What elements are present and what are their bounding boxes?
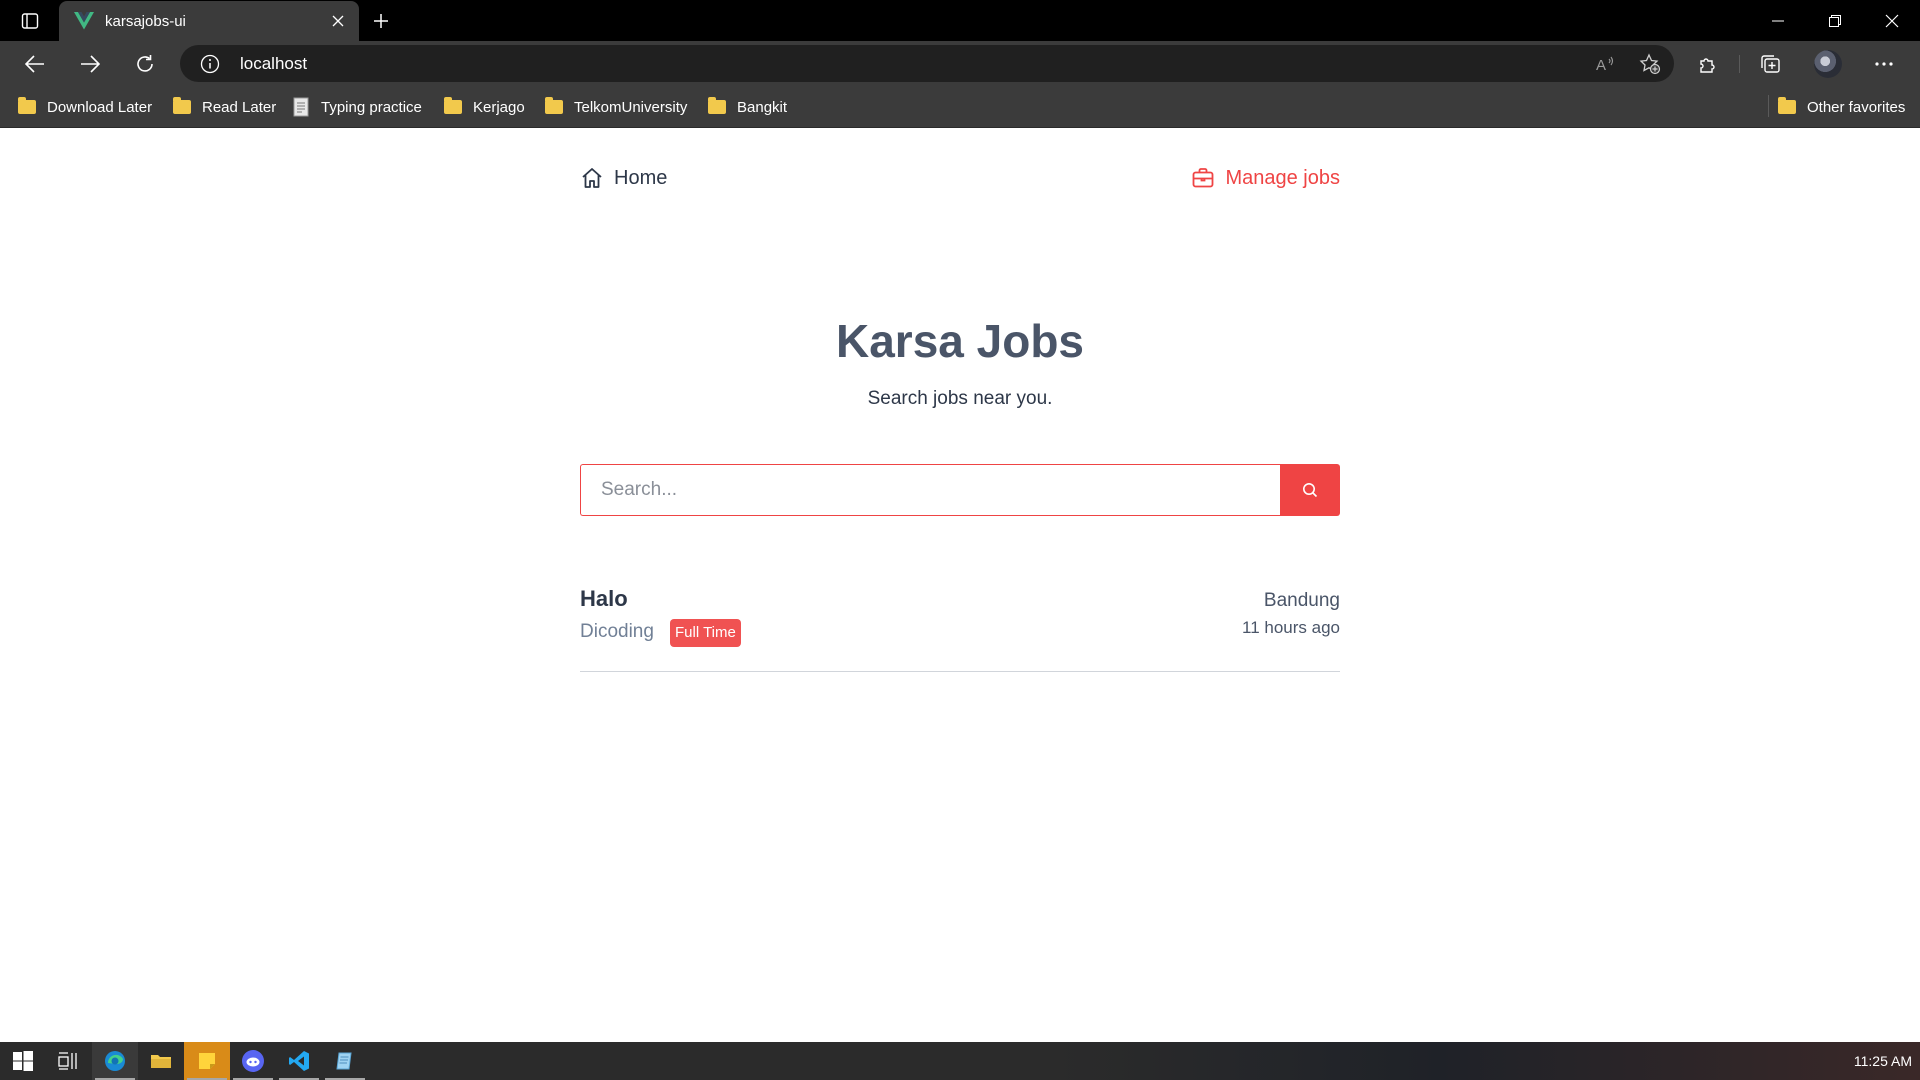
briefcase-icon — [1191, 166, 1215, 190]
page-content: Home Manage jobs Karsa Jobs Search jobs … — [0, 128, 1920, 1042]
bookmark-label: Other favorites — [1807, 98, 1906, 116]
folder-icon — [18, 97, 36, 114]
vscode-icon[interactable] — [276, 1042, 322, 1080]
address-bar[interactable]: localhost A — [180, 45, 1674, 82]
notepad-icon[interactable] — [322, 1042, 368, 1080]
tab-title: karsajobs-ui — [105, 12, 186, 30]
read-aloud-icon[interactable]: A — [1586, 48, 1626, 80]
job-list-item[interactable]: Halo Dicoding Full Time Bandung 11 hours… — [580, 586, 1340, 672]
bookmark-label: Read Later — [202, 98, 277, 116]
bookmark-label: Typing practice — [321, 98, 422, 116]
minimize-icon[interactable] — [1749, 0, 1806, 41]
windows-start-icon[interactable] — [0, 1042, 46, 1080]
bookmark-read-later[interactable]: Read Later — [173, 95, 276, 119]
add-favorite-icon[interactable] — [1630, 48, 1670, 80]
search-icon — [1302, 482, 1318, 498]
profile-avatar[interactable] — [1810, 48, 1846, 80]
bookmark-other-favorites[interactable]: Other favorites — [1778, 95, 1905, 119]
bookmark-label: Kerjago — [473, 98, 525, 116]
bookmark-label: TelkomUniversity — [574, 98, 688, 116]
nav-home-label: Home — [614, 166, 668, 189]
toolbar-divider — [1739, 55, 1740, 73]
collections-icon[interactable] — [1752, 48, 1788, 80]
tab-actions-icon[interactable] — [17, 9, 43, 33]
task-view-icon[interactable] — [46, 1042, 92, 1080]
discord-icon[interactable] — [230, 1042, 276, 1080]
browser-toolbar: localhost A — [0, 41, 1920, 86]
edge-taskbar-icon[interactable] — [92, 1042, 138, 1080]
folder-icon — [708, 97, 726, 114]
close-tab-icon[interactable] — [323, 6, 353, 36]
close-window-icon[interactable] — [1863, 0, 1920, 41]
job-posted-time: 11 hours ago — [1242, 618, 1340, 637]
job-title[interactable]: Halo — [580, 586, 628, 612]
vue-logo-icon — [73, 10, 95, 32]
bookmark-bangkit[interactable]: Bangkit — [708, 95, 787, 119]
new-tab-icon[interactable] — [367, 8, 395, 34]
page-title: Karsa Jobs — [835, 315, 1084, 367]
job-list: Halo Dicoding Full Time Bandung 11 hours… — [580, 586, 1340, 672]
site-info-icon[interactable] — [199, 53, 221, 75]
home-icon — [580, 166, 604, 190]
job-location: Bandung — [1263, 590, 1340, 611]
more-menu-icon[interactable] — [1866, 48, 1902, 80]
window-controls — [1749, 0, 1920, 41]
search-input[interactable] — [580, 464, 1280, 516]
restore-icon[interactable] — [1806, 0, 1863, 41]
taskbar-clock[interactable]: 11:25 AM — [1854, 1053, 1912, 1069]
file-explorer-icon[interactable] — [138, 1042, 184, 1080]
search-form — [580, 464, 1340, 516]
browser-tab-bar: karsajobs-ui — [0, 0, 1920, 41]
job-company: Dicoding — [580, 621, 654, 642]
sticky-notes-icon[interactable] — [184, 1042, 230, 1080]
bookmarks-bar: Download Later Read Later Typing practic… — [0, 86, 1920, 128]
refresh-icon[interactable] — [129, 48, 161, 80]
page-icon — [292, 97, 310, 117]
bookmark-download-later[interactable]: Download Later — [18, 95, 152, 119]
bookmark-kerjago[interactable]: Kerjago — [444, 95, 525, 119]
bookmarks-divider — [1768, 95, 1769, 117]
back-arrow-icon[interactable] — [19, 48, 51, 80]
forward-arrow-icon[interactable] — [74, 48, 106, 80]
folder-icon — [444, 97, 462, 114]
nav-manage-label: Manage jobs — [1225, 166, 1340, 189]
search-button[interactable] — [1280, 464, 1340, 516]
svg-text:A: A — [1596, 57, 1606, 73]
windows-taskbar: 11:25 AM — [0, 1042, 1920, 1080]
extensions-icon[interactable] — [1690, 48, 1726, 80]
job-type-badge: Full Time — [670, 619, 741, 647]
bookmark-typing-practice[interactable]: Typing practice — [292, 95, 422, 119]
browser-tab-active[interactable]: karsajobs-ui — [59, 1, 359, 41]
folder-icon — [173, 97, 191, 114]
top-navigation: Home Manage jobs — [580, 166, 1340, 202]
nav-home-link[interactable]: Home — [580, 166, 667, 190]
folder-icon — [545, 97, 563, 114]
bookmark-telkomuniversity[interactable]: TelkomUniversity — [545, 95, 687, 119]
address-text[interactable]: localhost — [240, 54, 1586, 74]
page-subtitle: Search jobs near you. — [867, 388, 1053, 409]
folder-icon — [1778, 97, 1796, 114]
nav-manage-jobs-link[interactable]: Manage jobs — [1191, 166, 1340, 190]
bookmark-label: Bangkit — [737, 98, 788, 116]
bookmark-label: Download Later — [47, 98, 153, 116]
